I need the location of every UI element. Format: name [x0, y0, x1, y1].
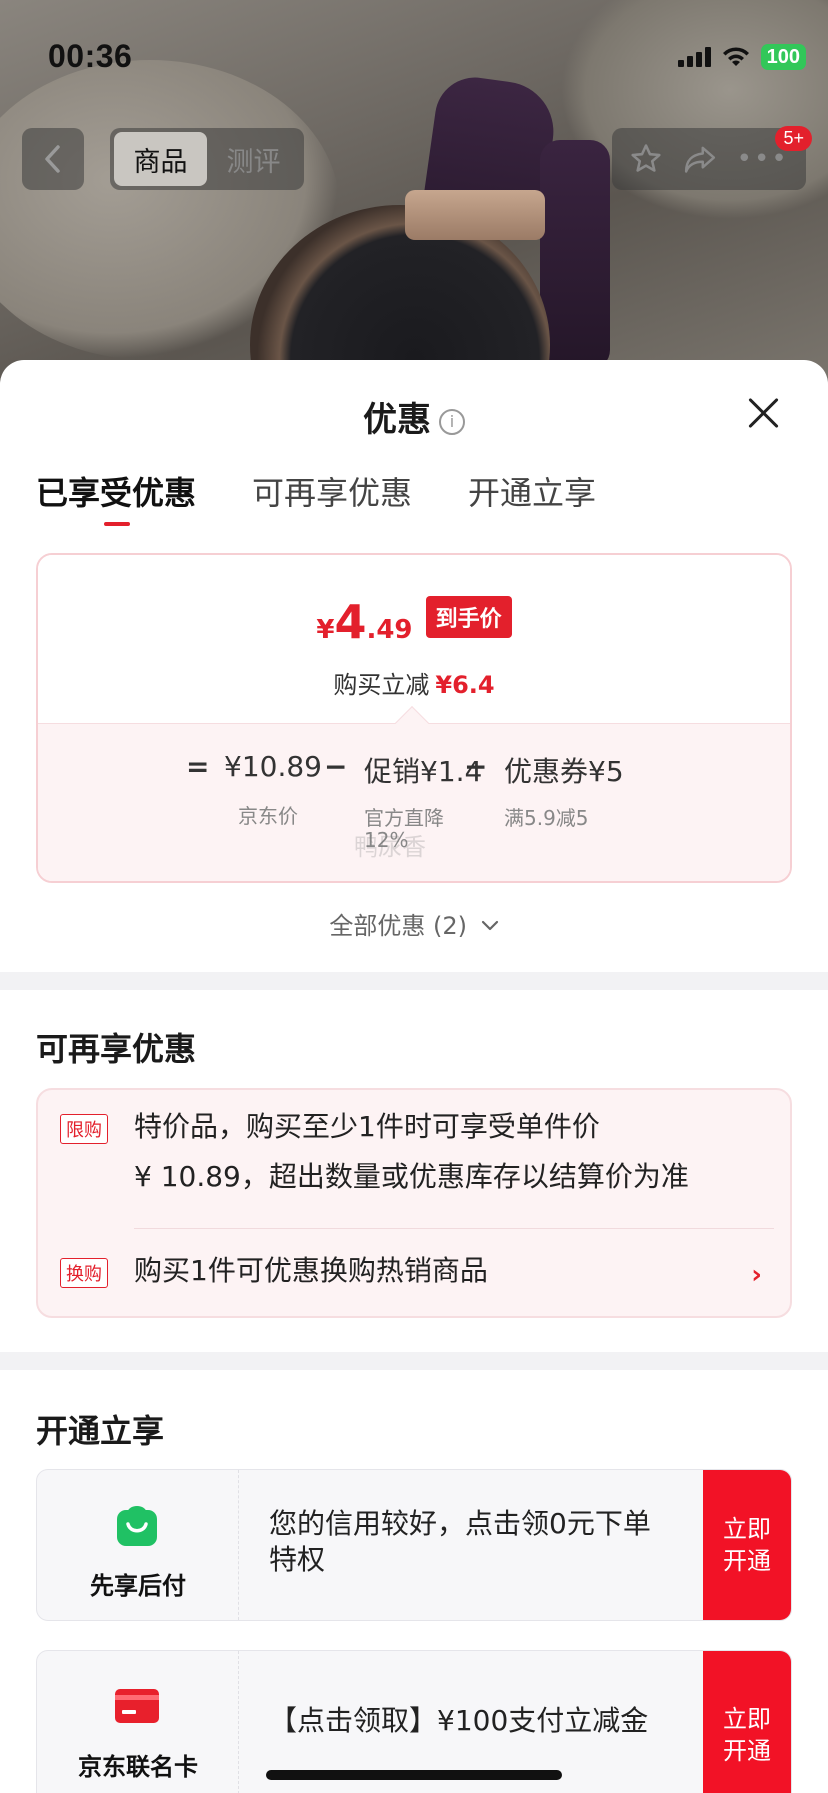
coupon-amount: 优惠券¥5	[504, 755, 624, 788]
chevron-down-icon	[481, 920, 498, 931]
status-time: 00:36	[48, 38, 133, 74]
jd-price: ¥10.89	[224, 750, 322, 783]
section-divider	[0, 1352, 828, 1370]
chevron-left-icon	[45, 145, 60, 173]
discount-tabs: 已享受优惠 可再享优惠 开通立享	[36, 468, 596, 526]
open-pay-later-button[interactable]: 立即开通	[703, 1470, 791, 1620]
back-button[interactable]	[22, 128, 84, 190]
chevron-right-icon: ›	[751, 1260, 762, 1290]
limit-text-line2: ¥ 10.89，超出数量或优惠库存以结算价为准	[134, 1160, 689, 1193]
tab-product[interactable]: 商品	[114, 132, 207, 186]
limit-text-line1: 特价品，购买至少1件时可享受单件价	[134, 1110, 600, 1143]
discount-sheet: 优惠 i 已享受优惠 可再享优惠 开通立享 ¥4.49 到手价 购买立减 ¥6.4 …	[0, 360, 828, 1793]
battery-indicator: 100	[760, 44, 806, 70]
section-title-open: 开通立享	[36, 1412, 165, 1450]
exchange-tag: 换购	[60, 1258, 108, 1288]
jd-price-caption: 京东价	[238, 804, 298, 828]
final-price: ¥4.49 到手价	[38, 595, 790, 649]
price-breakdown-card: ¥4.49 到手价 购买立减 ¥6.4 = ¥10.89 − 促销¥1.4 − 优…	[36, 553, 792, 883]
tab-more[interactable]: 可再享优惠	[252, 468, 412, 514]
status-indicators: 100	[677, 44, 806, 70]
open-co-brand-button[interactable]: 立即开通	[703, 1651, 791, 1793]
exchange-text: 购买1件可优惠换购热销商品	[134, 1254, 488, 1287]
watermark: 鸭尿香	[354, 833, 426, 861]
more-discount-card: 限购 特价品，购买至少1件时可享受单件价 ¥ 10.89，超出数量或优惠库存以结…	[36, 1088, 792, 1318]
close-button[interactable]	[746, 396, 780, 430]
tab-review[interactable]: 测评	[207, 132, 300, 186]
pay-later-card[interactable]: 先享后付 您的信用较好，点击领0元下单特权 立即开通	[36, 1469, 792, 1621]
sheet-title: 优惠 i	[0, 392, 828, 441]
limit-tag: 限购	[60, 1114, 108, 1144]
credit-card-icon	[115, 1689, 159, 1723]
star-icon[interactable]	[629, 142, 663, 176]
section-title-more: 可再享优惠	[36, 1030, 197, 1068]
all-discounts-toggle[interactable]: 全部优惠 (2)	[0, 906, 828, 941]
shopping-bag-icon	[117, 1506, 157, 1546]
wifi-icon	[722, 47, 749, 66]
final-price-badge: 到手价	[425, 596, 512, 638]
home-indicator	[266, 1770, 562, 1780]
tab-enjoyed[interactable]: 已享受优惠	[36, 468, 196, 526]
tab-open[interactable]: 开通立享	[468, 468, 596, 514]
co-brand-label: 京东联名卡	[78, 1753, 198, 1781]
product-tabs: 商品 测评	[110, 128, 304, 190]
pay-later-label: 先享后付	[90, 1572, 186, 1600]
co-brand-desc: 【点击领取】¥100支付立减金	[269, 1704, 649, 1737]
section-divider	[0, 972, 828, 990]
share-icon[interactable]	[682, 143, 718, 175]
signal-icon	[677, 47, 711, 67]
saving-summary: 购买立减 ¥6.4	[333, 671, 495, 699]
info-icon[interactable]: i	[439, 409, 465, 435]
pay-later-desc: 您的信用较好，点击领0元下单特权	[269, 1507, 651, 1576]
coupon-caption: 满5.9减5	[504, 806, 589, 830]
message-badge: 5+	[775, 126, 812, 151]
